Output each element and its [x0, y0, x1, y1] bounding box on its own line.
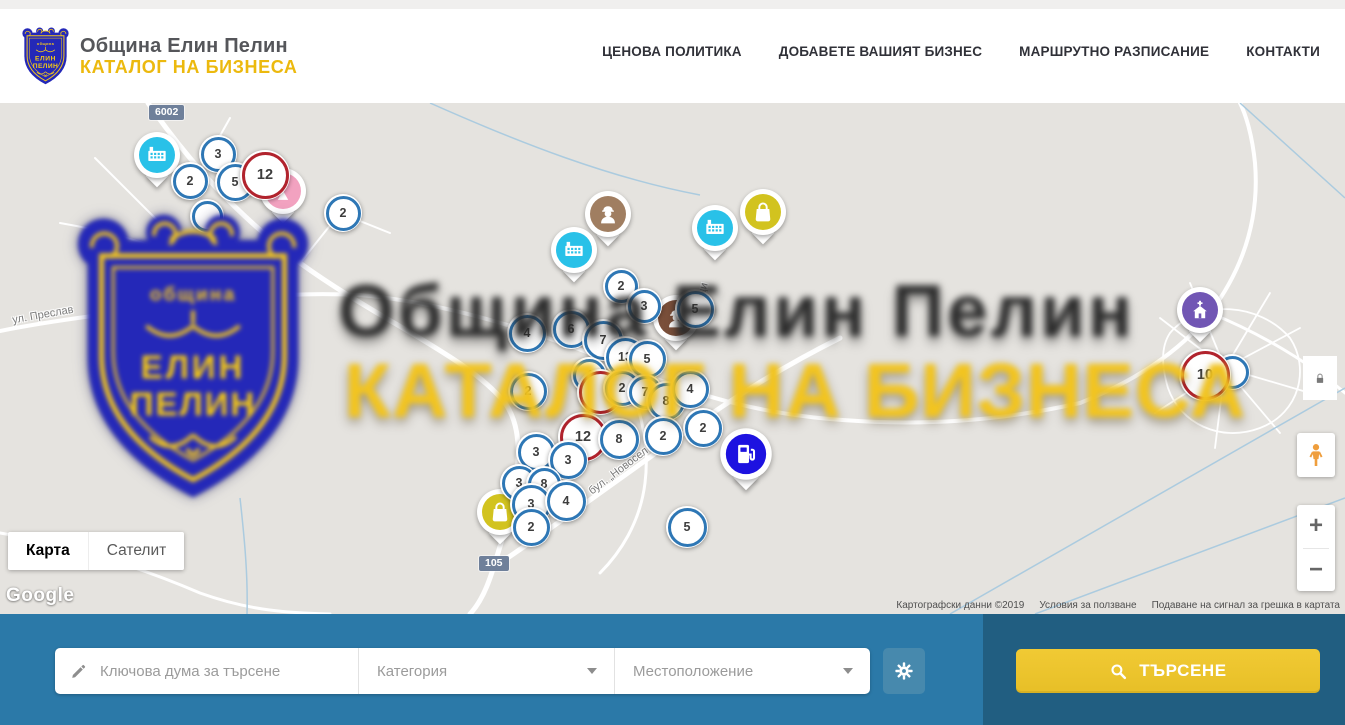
street-view-pegman-control[interactable] [1297, 433, 1335, 477]
map-type-map-button[interactable]: Карта [8, 532, 88, 570]
factory-icon [697, 210, 733, 246]
category-select[interactable]: Категория [358, 648, 614, 694]
nav-item-contacts[interactable]: КОНТАКТИ [1246, 44, 1320, 59]
search-icon [1109, 662, 1128, 681]
cluster-count: 4 [547, 482, 586, 521]
cluster-marker[interactable]: 5 [675, 289, 715, 329]
cluster-count: 2 [685, 410, 722, 447]
cluster-marker[interactable]: 8 [598, 418, 640, 460]
cluster-count: 8 [600, 420, 639, 459]
cluster-count: 10 [1181, 351, 1230, 400]
cluster-marker[interactable]: 10 [1179, 349, 1231, 401]
location-select-label: Местоположение [633, 663, 753, 680]
cluster-count: 4 [672, 371, 709, 408]
factory-pin[interactable] [692, 205, 738, 265]
main-nav: ЦЕНОВА ПОЛИТИКА ДОБАВЕТЕ ВАШИЯТ БИЗНЕС М… [602, 0, 1320, 103]
cluster-count: 2 [510, 373, 547, 410]
attribution-terms-link[interactable]: Условия за ползване [1039, 600, 1136, 611]
category-select-label: Категория [377, 663, 447, 680]
cluster-marker[interactable]: 2 [643, 416, 683, 456]
fuel-icon [726, 434, 766, 474]
zoom-out-button[interactable]: − [1297, 549, 1335, 592]
road-number-chip: 6002 [149, 105, 184, 120]
brand-logo[interactable]: Община Елин Пелин КАТАЛОГ НА БИЗНЕСА [22, 27, 298, 86]
fuel-pin[interactable] [720, 428, 772, 495]
factory-icon [556, 232, 592, 268]
road-number-chip: 105 [479, 556, 509, 571]
chevron-down-icon [587, 668, 597, 674]
page: община ЕЛИН ПЕЛИН Община Елин Пелин КАТА… [0, 0, 1345, 725]
cluster-marker[interactable]: 2 [511, 507, 551, 547]
bag-icon [745, 194, 781, 230]
cluster-marker[interactable]: 2 [508, 371, 548, 411]
factory-icon [139, 137, 175, 173]
cluster-count: 5 [677, 291, 714, 328]
cluster-marker[interactable]: 2 [324, 194, 362, 232]
cluster-marker[interactable]: 2 [683, 408, 723, 448]
map-type-control: Карта Сателит [8, 532, 184, 570]
cluster-marker[interactable]: 12 [240, 150, 290, 200]
cluster-count [192, 201, 223, 232]
map-canvas[interactable]: 6002105ул. Преславбул. „Новоселци 325122… [0, 103, 1345, 614]
keyword-field [55, 648, 358, 694]
advanced-settings-button[interactable] [883, 648, 925, 694]
search-button-label: ТЪРСЕНЕ [1139, 661, 1227, 681]
municipality-crest-icon [22, 27, 69, 86]
attribution-copyright: Картографски данни ©2019 [896, 600, 1024, 611]
search-button[interactable]: ТЪРСЕНЕ [1016, 649, 1320, 693]
cluster-count: 2 [326, 196, 361, 231]
scroll-lock-control[interactable] [1303, 356, 1337, 400]
cluster-count: 5 [668, 508, 707, 547]
keyword-input[interactable] [88, 648, 358, 694]
google-logo[interactable]: Google [6, 585, 74, 607]
map-attribution: Картографски данни ©2019 Условия за полз… [896, 600, 1340, 611]
brand-title: Община Елин Пелин [80, 35, 298, 57]
nav-item-pricing[interactable]: ЦЕНОВА ПОЛИТИКА [602, 44, 742, 59]
cluster-count: 3 [628, 290, 661, 323]
bag-pin[interactable] [740, 189, 786, 249]
map-type-satellite-button[interactable]: Сателит [88, 532, 184, 570]
top-strip [0, 0, 1345, 9]
zoom-in-button[interactable]: + [1297, 505, 1335, 548]
attribution-report-error-link[interactable]: Подаване на сигнал за грешка в картата [1152, 600, 1340, 611]
cluster-marker[interactable]: 2 [171, 162, 209, 200]
search-bar: Категория Местоположение [0, 614, 1345, 725]
pencil-icon [70, 662, 88, 680]
cluster-count: 12 [242, 152, 289, 199]
gear-icon [893, 660, 915, 682]
header: Община Елин Пелин КАТАЛОГ НА БИЗНЕСА ЦЕН… [0, 0, 1345, 103]
cluster-count: 2 [173, 164, 208, 199]
cluster-marker[interactable]: 4 [670, 369, 710, 409]
nav-item-add-business[interactable]: ДОБАВЕТЕ ВАШИЯТ БИЗНЕС [779, 44, 982, 59]
factory-pin[interactable] [551, 227, 597, 287]
zoom-control: + − [1297, 505, 1335, 591]
cluster-marker[interactable]: 5 [666, 506, 708, 548]
cluster-marker[interactable]: 3 [626, 288, 662, 324]
cluster-count: 2 [513, 509, 550, 546]
cluster-marker[interactable]: 4 [507, 313, 547, 353]
cluster-marker[interactable]: 4 [545, 480, 587, 522]
lock-icon [1313, 370, 1327, 387]
cluster-marker[interactable] [190, 199, 224, 233]
nav-item-route-schedule[interactable]: МАРШРУТНО РАЗПИСАНИЕ [1019, 44, 1209, 59]
search-controls: Категория Местоположение [55, 648, 870, 694]
cluster-count: 5 [629, 341, 666, 378]
church-pin[interactable] [1177, 287, 1223, 347]
chevron-down-icon [843, 668, 853, 674]
brand-subtitle: КАТАЛОГ НА БИЗНЕСА [80, 57, 298, 79]
pegman-icon [1303, 439, 1329, 471]
cluster-count: 4 [509, 315, 546, 352]
location-select[interactable]: Местоположение [614, 648, 870, 694]
cluster-count: 2 [645, 418, 682, 455]
church-icon [1182, 292, 1218, 328]
